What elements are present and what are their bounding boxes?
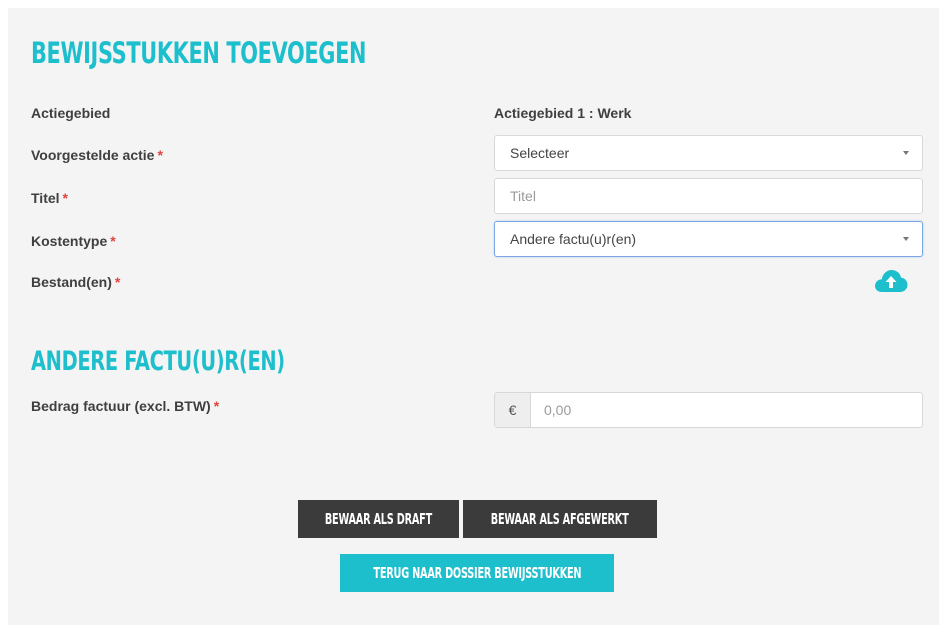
cloud-upload-icon[interactable]: [873, 266, 909, 294]
bedrag-placeholder: 0,00: [544, 402, 572, 418]
page-title: Bewijsstukken toevoegen: [31, 36, 367, 70]
save-draft-button[interactable]: Bewaar als draft: [298, 500, 459, 538]
required-marker: *: [114, 274, 121, 290]
bestand-label-text: Bestand(en): [31, 274, 112, 290]
titel-label: Titel *: [31, 190, 68, 206]
back-to-dossier-label: Terug naar dossier bewijsstukken: [373, 564, 581, 582]
euro-addon: €: [495, 393, 531, 427]
section-title-andere-facturen: Andere factu(u)r(en): [31, 346, 285, 377]
bedrag-input-group: € 0,00: [494, 392, 923, 428]
bedrag-input[interactable]: 0,00: [531, 393, 922, 427]
titel-input[interactable]: Titel: [494, 178, 923, 214]
form-panel: Bewijsstukken toevoegen Actiegebied Acti…: [8, 8, 939, 625]
save-draft-label: Bewaar als draft: [324, 510, 433, 528]
kostentype-select[interactable]: Andere factu(u)r(en): [494, 221, 923, 257]
voorgestelde-actie-select[interactable]: Selecteer: [494, 135, 923, 171]
kostentype-label: Kostentype *: [31, 233, 116, 249]
required-marker: *: [157, 147, 163, 163]
voorgestelde-actie-value: Selecteer: [510, 145, 570, 161]
required-marker: *: [110, 233, 116, 249]
required-marker: *: [213, 398, 220, 414]
bestand-label: Bestand(en) *: [31, 274, 120, 290]
back-to-dossier-button[interactable]: Terug naar dossier bewijsstukken: [340, 554, 614, 592]
save-completed-label: Bewaar als afgewerkt: [491, 510, 629, 528]
save-completed-button[interactable]: Bewaar als afgewerkt: [463, 500, 657, 538]
actiegebied-value: Actiegebied 1 : Werk: [494, 105, 632, 121]
titel-label-text: Titel: [31, 190, 60, 206]
bedrag-label: Bedrag factuur (excl. BTW) *: [31, 398, 219, 414]
bedrag-label-text: Bedrag factuur (excl. BTW): [31, 398, 211, 414]
titel-placeholder: Titel: [510, 188, 536, 204]
chevron-down-icon: [903, 237, 909, 241]
required-marker: *: [62, 190, 68, 206]
kostentype-value: Andere factu(u)r(en): [510, 231, 637, 247]
chevron-down-icon: [903, 151, 909, 155]
kostentype-label-text: Kostentype: [31, 233, 108, 249]
actie-label-text: Voorgestelde actie: [31, 147, 155, 163]
actie-label: Voorgestelde actie *: [31, 147, 163, 163]
actiegebied-label-text: Actiegebied: [31, 105, 111, 121]
actiegebied-label: Actiegebied: [31, 105, 110, 121]
